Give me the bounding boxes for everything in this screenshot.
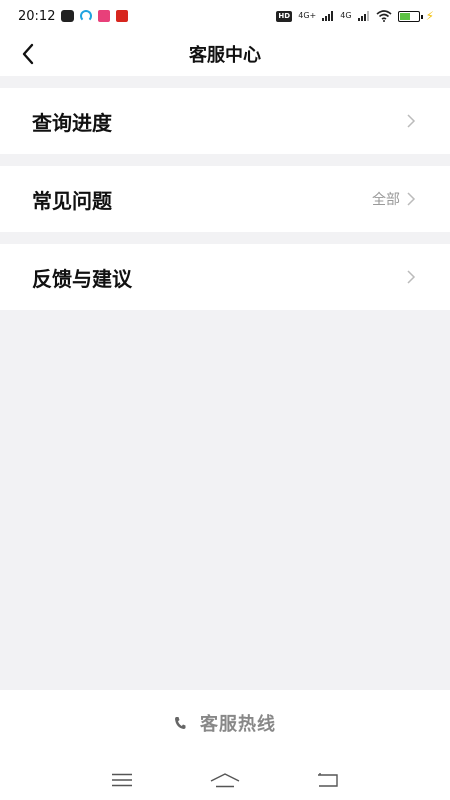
status-time: 20:12 — [18, 8, 56, 24]
home-icon — [210, 773, 240, 788]
menu-button[interactable] — [102, 765, 142, 795]
menu-item-right — [406, 269, 416, 285]
bottom-bar: 客服热线 — [0, 690, 450, 800]
phone-icon — [175, 717, 186, 729]
menu-item-label: 常见问题 — [32, 188, 112, 213]
signal2-bars-icon — [357, 11, 369, 21]
menu-item-label: 查询进度 — [32, 110, 112, 135]
menu-item-right: 全部 — [372, 189, 416, 209]
signal1-label: 4G+ — [298, 11, 317, 20]
header: 客服中心 — [0, 32, 450, 76]
charging-icon: ⚡ — [425, 9, 434, 23]
back-nav-button[interactable] — [308, 765, 348, 795]
chevron-right-icon — [407, 114, 416, 128]
cloud-app-icon — [80, 10, 93, 22]
chevron-right-icon — [407, 270, 416, 284]
system-navbar — [0, 760, 450, 800]
red-app-icon — [98, 10, 111, 22]
news-app-icon — [116, 10, 129, 22]
menu-item-progress[interactable]: 查询进度 — [0, 88, 450, 154]
back-icon — [318, 773, 339, 787]
menu-item-label: 反馈与建议 — [32, 266, 132, 291]
chevron-right-icon — [407, 192, 416, 206]
status-bar: 20:12 HD 4G+ 4G ⚡ — [0, 0, 450, 32]
hotline-label: 客服热线 — [200, 714, 276, 735]
back-button[interactable] — [12, 38, 44, 70]
notification-app-icon — [61, 10, 75, 22]
faq-all-link[interactable]: 全部 — [372, 189, 400, 209]
status-left: 20:12 — [18, 8, 129, 24]
status-right: HD 4G+ 4G ⚡ — [276, 9, 434, 23]
menu-item-feedback[interactable]: 反馈与建议 — [0, 244, 450, 310]
menu-item-right — [406, 113, 416, 129]
signal2-label: 4G — [340, 11, 352, 20]
battery-level — [399, 12, 410, 20]
chevron-left-icon — [22, 43, 34, 65]
menu-item-faq[interactable]: 常见问题 全部 — [0, 166, 450, 232]
signal-4g-icon: 4G — [340, 12, 351, 20]
hd-icon: HD — [276, 10, 293, 22]
signal-4gplus-icon: 4G+ — [298, 12, 316, 20]
wifi-icon — [376, 10, 392, 22]
hotline-button[interactable]: 客服热线 — [0, 690, 450, 756]
page-title: 客服中心 — [189, 45, 261, 66]
battery-tip — [420, 14, 423, 19]
battery-icon — [397, 10, 423, 22]
home-button[interactable] — [205, 765, 245, 795]
signal-icon — [322, 11, 334, 21]
menu-icon — [111, 773, 132, 787]
